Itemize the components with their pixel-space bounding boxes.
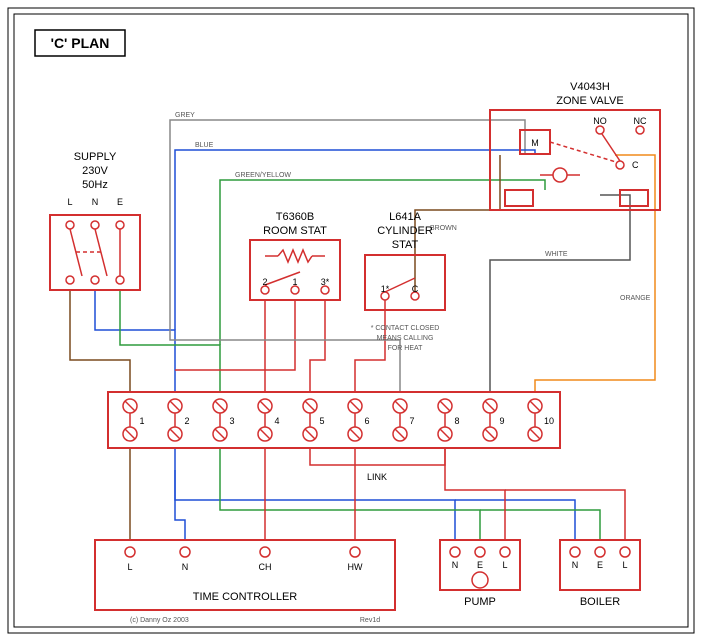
svg-text:7: 7: [409, 416, 414, 426]
svg-text:E: E: [117, 197, 123, 207]
zone-valve-block: V4043H ZONE VALVE M NO NC C: [490, 81, 660, 210]
time-controller-block: L N CH HW TIME CONTROLLER: [95, 540, 395, 610]
room-stat-label-2: ROOM STAT: [263, 225, 327, 237]
pump-block: N E L PUMP: [440, 540, 520, 608]
supply-label-1: SUPPLY: [74, 151, 117, 163]
svg-text:N: N: [182, 562, 189, 572]
wire-label-green: GREEN/YELLOW: [235, 172, 291, 179]
footer-rev: Rev1d: [360, 617, 380, 624]
svg-text:4: 4: [274, 416, 279, 426]
zone-valve-label-2: ZONE VALVE: [556, 95, 623, 107]
pump-label: PUMP: [464, 596, 496, 608]
svg-text:1*: 1*: [381, 284, 390, 294]
supply-label-3: 50Hz: [82, 179, 108, 191]
svg-text:8: 8: [454, 416, 459, 426]
cyl-stat-label-3: STAT: [392, 239, 419, 251]
svg-text:5: 5: [319, 416, 324, 426]
svg-text:L: L: [622, 560, 627, 570]
cyl-stat-label-2: CYLINDER: [377, 225, 433, 237]
junction-link-label: LINK: [367, 472, 387, 482]
footer-copyright: (c) Danny Oz 2003: [130, 617, 189, 624]
wire-label-brown: BROWN: [430, 225, 457, 232]
svg-text:N: N: [452, 560, 459, 570]
wiring-diagram: 'C' PLAN GREY BLUE GREEN/YELLOW BROWN: [0, 0, 702, 641]
svg-text:3*: 3*: [321, 277, 330, 287]
svg-text:NO: NO: [593, 116, 607, 126]
diagram-title: 'C' PLAN: [51, 35, 110, 51]
svg-text:6: 6: [364, 416, 369, 426]
wire-label-grey: GREY: [175, 112, 195, 119]
svg-text:L: L: [127, 562, 132, 572]
supply-label-2: 230V: [82, 165, 108, 177]
svg-text:9: 9: [499, 416, 504, 426]
room-stat-block: T6360B ROOM STAT 2 1 3*: [250, 211, 340, 300]
wire-label-blue: BLUE: [195, 142, 214, 149]
svg-text:CH: CH: [259, 562, 272, 572]
svg-text:L: L: [502, 560, 507, 570]
cyl-stat-note-2: MEANS CALLING: [377, 335, 434, 342]
supply-block: SUPPLY 230V 50Hz L N E: [50, 151, 140, 290]
svg-text:M: M: [531, 138, 539, 148]
boiler-label: BOILER: [580, 596, 620, 608]
svg-text:2: 2: [262, 277, 267, 287]
svg-text:L: L: [67, 197, 72, 207]
cyl-stat-note-1: * CONTACT CLOSED: [371, 325, 440, 332]
svg-text:E: E: [597, 560, 603, 570]
cylinder-stat-block: L641A CYLINDER STAT 1* C * CONTACT CLOSE…: [365, 211, 445, 352]
svg-text:10: 10: [544, 416, 554, 426]
svg-text:C: C: [412, 284, 419, 294]
svg-text:NC: NC: [634, 116, 647, 126]
wire-label-orange: ORANGE: [620, 295, 651, 302]
boiler-block: N E L BOILER: [560, 540, 640, 608]
svg-text:1: 1: [139, 416, 144, 426]
svg-text:2: 2: [184, 416, 189, 426]
svg-text:1: 1: [292, 277, 297, 287]
cyl-stat-note-3: FOR HEAT: [388, 345, 424, 352]
svg-text:N: N: [572, 560, 579, 570]
junction-box: 1 2 3 4 5 6 7 8 9 10: [108, 392, 560, 448]
svg-text:C: C: [632, 160, 639, 170]
svg-text:3: 3: [229, 416, 234, 426]
svg-text:N: N: [92, 197, 99, 207]
svg-text:HW: HW: [348, 562, 363, 572]
wire-label-white: WHITE: [545, 251, 568, 258]
svg-text:E: E: [477, 560, 483, 570]
time-controller-label: TIME CONTROLLER: [193, 591, 298, 603]
room-stat-label-1: T6360B: [276, 211, 315, 223]
cyl-stat-label-1: L641A: [389, 211, 421, 223]
zone-valve-label-1: V4043H: [570, 81, 610, 93]
